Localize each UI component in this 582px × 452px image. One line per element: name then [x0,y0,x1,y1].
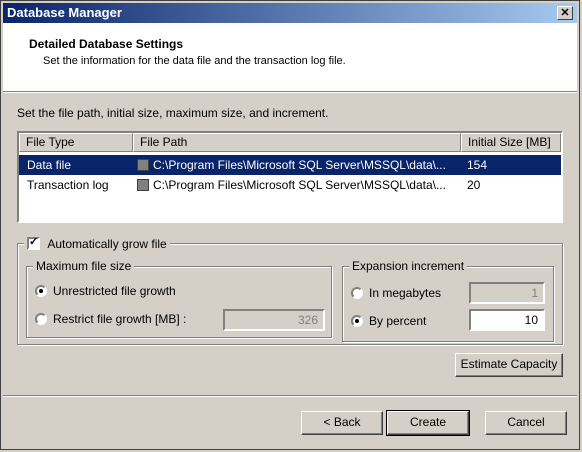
window-title: Database Manager [7,5,122,20]
page-subtitle: Set the information for the data file an… [43,55,346,67]
expansion-increment-group: Expansion increment In megabytes By perc… [342,259,554,342]
estimate-capacity-button[interactable]: Estimate Capacity [455,353,563,377]
restrict-option[interactable]: Restrict file growth [MB] : [35,311,186,326]
table-row-transaction-log[interactable]: Transaction log C:\Program Files\Microso… [19,175,561,195]
percent-radio[interactable] [351,314,363,327]
autogrow-checkbox[interactable]: ✓ [27,236,40,251]
percent-label: By percent [369,313,427,328]
header-divider [3,92,577,93]
cancel-button[interactable]: Cancel [485,411,567,435]
create-button[interactable]: Create [386,410,470,436]
restrict-label: Restrict file growth [MB] : [53,311,187,326]
autogrow-checkbox-row[interactable]: ✓ Automatically grow file [24,236,170,251]
file-list[interactable]: File Type File Path Initial Size [MB] Da… [17,131,563,223]
cell-file-type: Data file [27,158,72,172]
instruction-text: Set the file path, initial size, maximum… [17,106,329,120]
page-title: Detailed Database Settings [29,37,184,51]
title-bar: Database Manager ✕ [3,3,577,23]
file-path-text: C:\Program Files\Microsoft SQL Server\MS… [153,158,446,172]
database-manager-window: Database Manager ✕ Detailed Database Set… [0,0,580,450]
close-icon[interactable]: ✕ [557,6,573,20]
unrestricted-option[interactable]: Unrestricted file growth [35,283,176,298]
back-button[interactable]: < Back [301,411,383,435]
cell-file-path: C:\Program Files\Microsoft SQL Server\MS… [137,175,446,195]
checkmark-icon: ✓ [29,236,39,249]
cell-initial-size: 154 [467,158,488,172]
column-file-type[interactable]: File Type [19,133,133,152]
max-size-group: Maximum file size Unrestricted file grow… [26,259,332,338]
footer-divider [3,395,577,397]
cell-file-type: Transaction log [27,178,109,192]
wizard-header: Detailed Database Settings Set the infor… [3,23,577,92]
unrestricted-label: Unrestricted file growth [53,283,176,298]
autogrow-label: Automatically grow file [47,236,167,251]
cell-file-path: C:\Program Files\Microsoft SQL Server\MS… [137,155,446,175]
megabytes-radio[interactable] [351,286,363,299]
megabytes-option[interactable]: In megabytes [351,285,441,300]
file-icon [137,179,149,191]
percent-field[interactable]: 10 [469,309,545,331]
file-list-header: File Type File Path Initial Size [MB] [19,133,561,152]
restrict-radio[interactable] [35,312,47,325]
file-icon [137,159,149,171]
column-initial-size[interactable]: Initial Size [MB] [461,133,561,152]
table-row-data-file[interactable]: Data file C:\Program Files\Microsoft SQL… [19,155,561,175]
megabytes-field[interactable]: 1 [469,282,545,304]
expansion-increment-label: Expansion increment [349,259,468,273]
restrict-size-field[interactable]: 326 [223,309,325,331]
radio-dot-icon [355,318,359,323]
file-path-text: C:\Program Files\Microsoft SQL Server\MS… [153,178,446,192]
radio-dot-icon [39,288,43,293]
autogrow-group: ✓ Automatically grow file Maximum file s… [17,236,563,345]
cell-initial-size: 20 [467,178,481,192]
max-size-label: Maximum file size [33,259,135,273]
megabytes-label: In megabytes [369,285,442,300]
column-file-path[interactable]: File Path [133,133,461,152]
unrestricted-radio[interactable] [35,284,47,297]
percent-option[interactable]: By percent [351,313,426,328]
